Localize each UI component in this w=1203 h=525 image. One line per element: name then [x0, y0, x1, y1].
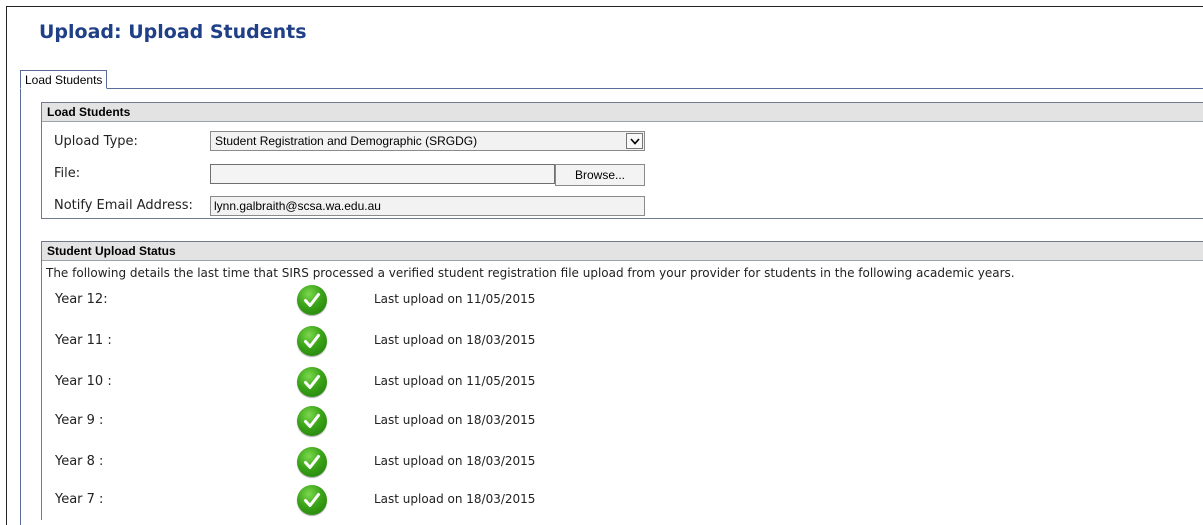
file-input[interactable]	[210, 164, 555, 184]
year-label: Year 8 :	[55, 454, 104, 469]
year-label: Year 10 :	[55, 374, 112, 389]
check-circle-icon	[297, 406, 327, 436]
browse-button[interactable]: Browse...	[555, 164, 645, 186]
check-circle-icon	[297, 367, 327, 397]
year-label: Year 9 :	[55, 413, 104, 428]
check-circle-icon	[297, 447, 327, 477]
section-heading: Load Students	[42, 103, 1203, 122]
year-status-text: Last upload on 18/03/2015	[374, 492, 536, 506]
tab-load-students[interactable]: Load Students	[20, 70, 108, 89]
check-circle-icon	[297, 285, 327, 315]
upload-type-value: Student Registration and Demographic (SR…	[215, 134, 478, 148]
notify-email-label: Notify Email Address:	[54, 198, 193, 213]
year-status-text: Last upload on 11/05/2015	[374, 374, 536, 388]
year-status-text: Last upload on 18/03/2015	[374, 413, 536, 427]
status-description: The following details the last time that…	[46, 266, 1015, 280]
year-status-text: Last upload on 18/03/2015	[374, 454, 536, 468]
year-status-text: Last upload on 18/03/2015	[374, 333, 536, 347]
upload-type-label: Upload Type:	[54, 134, 138, 149]
dropdown-arrow-icon[interactable]	[626, 133, 643, 149]
year-label: Year 11 :	[55, 333, 112, 348]
notify-email-input[interactable]: lynn.galbraith@scsa.wa.edu.au	[210, 196, 645, 216]
year-status-row: Year 9 : Last upload on 18/03/2015	[42, 406, 842, 436]
student-upload-status-section: Student Upload Status The following deta…	[41, 241, 1203, 520]
year-label: Year 7 :	[55, 492, 104, 507]
file-label: File:	[54, 166, 81, 181]
year-status-row: Year 11 : Last upload on 18/03/2015	[42, 326, 842, 356]
page-title: Upload: Upload Students	[39, 21, 307, 43]
load-students-section: Load Students Upload Type: Student Regis…	[41, 102, 1203, 219]
check-circle-icon	[297, 326, 327, 356]
check-circle-icon	[297, 485, 327, 515]
upload-type-select[interactable]: Student Registration and Demographic (SR…	[210, 131, 645, 151]
year-status-text: Last upload on 11/05/2015	[374, 292, 536, 306]
section-heading: Student Upload Status	[42, 242, 1203, 261]
year-label: Year 12:	[55, 292, 108, 307]
year-status-row: Year 12: Last upload on 11/05/2015	[42, 285, 842, 315]
year-status-row: Year 7 : Last upload on 18/03/2015	[42, 485, 842, 515]
year-status-row: Year 10 : Last upload on 11/05/2015	[42, 367, 842, 397]
year-status-row: Year 8 : Last upload on 18/03/2015	[42, 447, 842, 477]
